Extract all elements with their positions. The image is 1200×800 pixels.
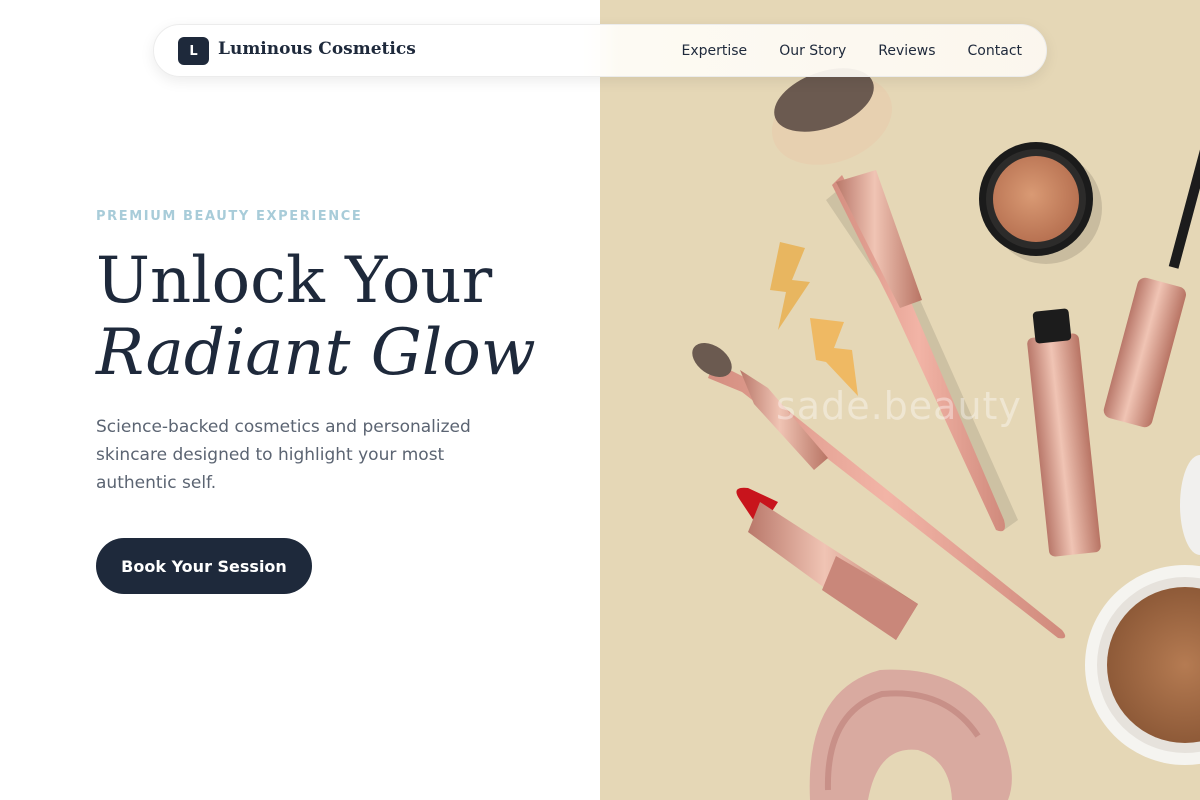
hero-headline: Unlock Your Radiant Glow bbox=[96, 245, 536, 389]
headline-line-1: Unlock Your bbox=[96, 244, 493, 318]
mascara bbox=[1103, 121, 1200, 428]
nav-link-reviews[interactable]: Reviews bbox=[878, 43, 935, 59]
navbar: L Luminous Cosmetics Expertise Our Story… bbox=[153, 24, 1047, 77]
hero-eyebrow: PREMIUM BEAUTY EXPERIENCE bbox=[96, 209, 363, 224]
lightning-earrings bbox=[770, 242, 858, 396]
creme-pot bbox=[979, 142, 1102, 264]
image-watermark: sade.beauty bbox=[776, 384, 1022, 428]
brand-logo-badge[interactable]: L bbox=[178, 37, 209, 65]
book-session-button[interactable]: Book Your Session bbox=[96, 538, 312, 594]
compact-edge bbox=[1180, 455, 1200, 555]
nav-link-our-story[interactable]: Our Story bbox=[779, 43, 846, 59]
nav-link-expertise[interactable]: Expertise bbox=[682, 43, 748, 59]
headline-line-2: Radiant Glow bbox=[96, 316, 536, 390]
concealer-tube bbox=[1027, 308, 1101, 557]
velvet-scrunchie bbox=[809, 669, 1012, 800]
brand-name[interactable]: Luminous Cosmetics bbox=[218, 39, 416, 59]
lipstick bbox=[736, 487, 918, 640]
nav-link-contact[interactable]: Contact bbox=[968, 43, 1022, 59]
hero-image: sade.beauty bbox=[600, 0, 1200, 800]
hero-subtext: Science-backed cosmetics and personalize… bbox=[96, 417, 471, 493]
nav-links: Expertise Our Story Reviews Contact bbox=[682, 25, 1023, 76]
compact-powder bbox=[1085, 565, 1200, 765]
